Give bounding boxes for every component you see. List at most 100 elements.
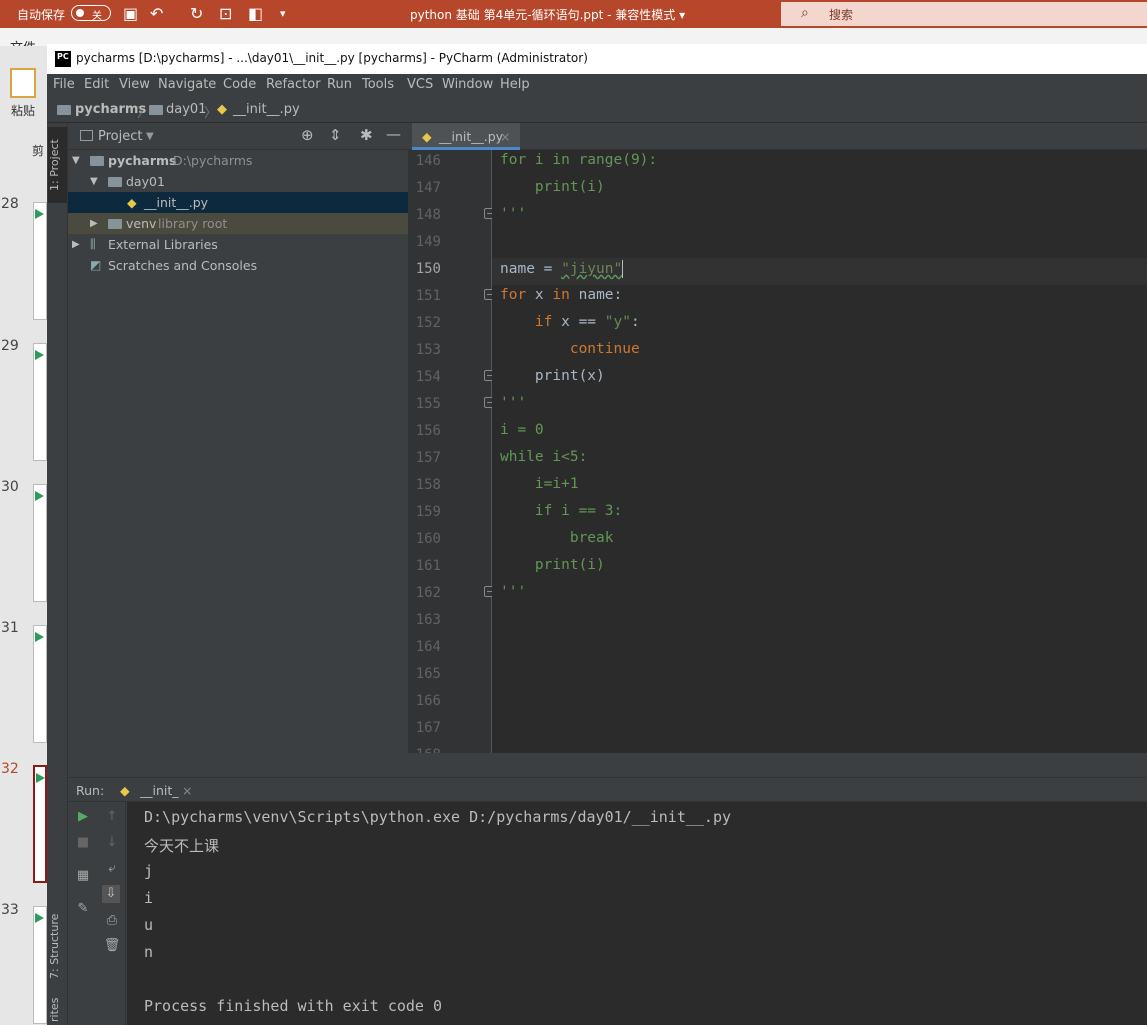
- tree-item-project-root[interactable]: ▼ pycharms D:\pycharms: [68, 150, 408, 171]
- rerun-icon[interactable]: ▶: [74, 808, 92, 826]
- layout-icon[interactable]: ▦: [74, 867, 92, 885]
- gear-icon[interactable]: ✱: [360, 126, 373, 144]
- autosave-toggle[interactable]: 关: [71, 5, 111, 22]
- folder-icon: [90, 156, 104, 166]
- slide-thumbnail[interactable]: [33, 202, 47, 320]
- slideshow-icon[interactable]: ⊡: [219, 4, 232, 23]
- menu-help[interactable]: Help: [500, 77, 530, 92]
- code-line: for x in name:: [500, 287, 623, 303]
- slide-number: 30: [1, 479, 19, 495]
- menu-vcs[interactable]: VCS: [407, 77, 433, 92]
- scroll-to-end-icon[interactable]: ⇩: [102, 885, 120, 903]
- menu-window[interactable]: Window: [442, 77, 493, 92]
- code-line: ''': [500, 584, 527, 600]
- run-tab[interactable]: __init_: [140, 783, 179, 798]
- menu-view[interactable]: View: [119, 77, 150, 92]
- project-view-selector[interactable]: Project: [98, 129, 142, 144]
- slide-thumbnail[interactable]: [33, 484, 47, 602]
- slide-thumbnail-selected[interactable]: [33, 765, 47, 883]
- code-line: for i in range(9):: [500, 152, 658, 168]
- ppt-document-title: python 基础 第4单元-循环语句.ppt - 兼容性模式 ▾: [410, 8, 686, 22]
- code-editor[interactable]: for i in range(9): print(i) ''' name = "…: [492, 150, 1147, 753]
- close-icon[interactable]: ×: [182, 783, 192, 798]
- console-line: u: [144, 916, 154, 934]
- breadcrumb-file[interactable]: __init__.py: [233, 102, 300, 117]
- tree-item-init-py[interactable]: ◆ __init__.py: [68, 192, 408, 213]
- slide-number: 33: [1, 902, 19, 918]
- console-line: Process finished with exit code 0: [144, 997, 443, 1015]
- console-line: n: [144, 943, 154, 961]
- breadcrumb-project[interactable]: pycharms: [75, 102, 146, 117]
- console-output[interactable]: D:\pycharms\venv\Scripts\python.exe D:/p…: [127, 802, 1147, 1025]
- breadcrumb-folder[interactable]: day01: [166, 102, 206, 117]
- expand-arrow-icon[interactable]: ▼: [90, 176, 98, 187]
- close-icon[interactable]: ×: [500, 129, 510, 144]
- clipboard-label: 剪: [32, 144, 45, 158]
- left-tool-strip: 1: Project 7: Structure rites: [47, 123, 68, 1025]
- menu-code[interactable]: Code: [223, 77, 256, 92]
- autosave-label: 自动保存: [17, 8, 66, 22]
- scratches-icon: ◩: [90, 258, 102, 272]
- pin-icon[interactable]: ✎: [74, 900, 92, 918]
- slide-thumbnail[interactable]: [33, 906, 47, 1024]
- ppt-search-box[interactable]: ⌕ 搜索: [781, 2, 1147, 26]
- play-icon: [35, 491, 44, 501]
- menu-navigate[interactable]: Navigate: [158, 77, 216, 92]
- undo-icon[interactable]: ↶: [150, 4, 163, 23]
- library-icon: ⫼: [90, 237, 96, 251]
- tree-item-venv[interactable]: ▶ venv library root: [68, 213, 408, 234]
- tree-item-external-libraries[interactable]: ▶ ⫼ External Libraries: [68, 234, 408, 255]
- expand-arrow-icon[interactable]: ▼: [72, 155, 80, 166]
- menu-run[interactable]: Run: [327, 77, 352, 92]
- tree-item-scratches[interactable]: ◩ Scratches and Consoles: [68, 255, 408, 276]
- stop-icon[interactable]: ■: [74, 834, 92, 852]
- trash-icon[interactable]: 🗑: [103, 937, 121, 955]
- code-line: if i == 3:: [500, 503, 623, 519]
- run-toolbar: ▶ ↑ ■ ↓ ⤶ ▦ ⇩ ✎ ⎙ 🗑: [68, 802, 126, 1025]
- window-title: pycharms [D:\pycharms] - ...\day01\__ini…: [76, 51, 588, 65]
- down-icon[interactable]: ↓: [103, 834, 121, 852]
- slide-number: 29: [1, 338, 19, 354]
- code-line: print(x): [500, 368, 605, 384]
- slide-number: 31: [1, 620, 19, 636]
- tab-favorites[interactable]: rites: [48, 995, 67, 1025]
- tab-structure[interactable]: 7: Structure: [48, 903, 67, 989]
- menu-tools[interactable]: Tools: [362, 77, 394, 92]
- expand-arrow-icon[interactable]: ▶: [90, 218, 98, 229]
- tab-project[interactable]: 1: Project: [48, 127, 67, 203]
- text-caret: [622, 260, 624, 278]
- menu-file[interactable]: File: [53, 77, 75, 92]
- breadcrumb: pycharms 〉 day01 〉 ◆ __init__.py: [47, 96, 1147, 123]
- run-panel-header: Run: ◆ __init_ ×: [68, 777, 1147, 802]
- slide-thumbnail[interactable]: [33, 343, 47, 461]
- console-line: j: [144, 862, 154, 880]
- search-icon: ⌕: [801, 5, 809, 21]
- print-icon[interactable]: ⎙: [103, 912, 121, 930]
- slide-thumbnail[interactable]: [33, 625, 47, 743]
- folder-icon: [149, 105, 163, 115]
- layout-icon[interactable]: ◧: [248, 4, 263, 23]
- up-icon[interactable]: ↑: [103, 808, 121, 826]
- menu-refactor[interactable]: Refactor: [266, 77, 321, 92]
- redo-icon[interactable]: ↻: [190, 4, 203, 23]
- customize-qat-icon[interactable]: ▾: [280, 7, 286, 20]
- code-line: continue: [500, 341, 640, 357]
- soft-wrap-icon[interactable]: ⤶: [103, 860, 121, 878]
- menu-edit[interactable]: Edit: [84, 77, 109, 92]
- folder-icon: [108, 219, 122, 229]
- slide-number: 28: [1, 196, 19, 212]
- chevron-down-icon[interactable]: ▼: [146, 131, 154, 142]
- console-line: i: [144, 889, 154, 907]
- collapse-all-icon[interactable]: ⇕: [329, 126, 342, 144]
- editor-tab-init-py[interactable]: ◆ __init__.py ×: [412, 123, 520, 150]
- project-view-icon: [80, 130, 93, 141]
- save-icon[interactable]: ▣: [123, 4, 138, 23]
- menu-bar: File Edit View Navigate Code Refactor Ru…: [47, 74, 1147, 96]
- expand-arrow-icon[interactable]: ▶: [72, 239, 80, 250]
- tree-item-day01[interactable]: ▼ day01: [68, 171, 408, 192]
- locate-icon[interactable]: ⊕: [301, 126, 314, 144]
- code-line: ''': [500, 206, 527, 222]
- hide-icon[interactable]: —: [386, 125, 401, 143]
- python-file-icon: ◆: [120, 783, 130, 798]
- play-icon: [35, 632, 44, 642]
